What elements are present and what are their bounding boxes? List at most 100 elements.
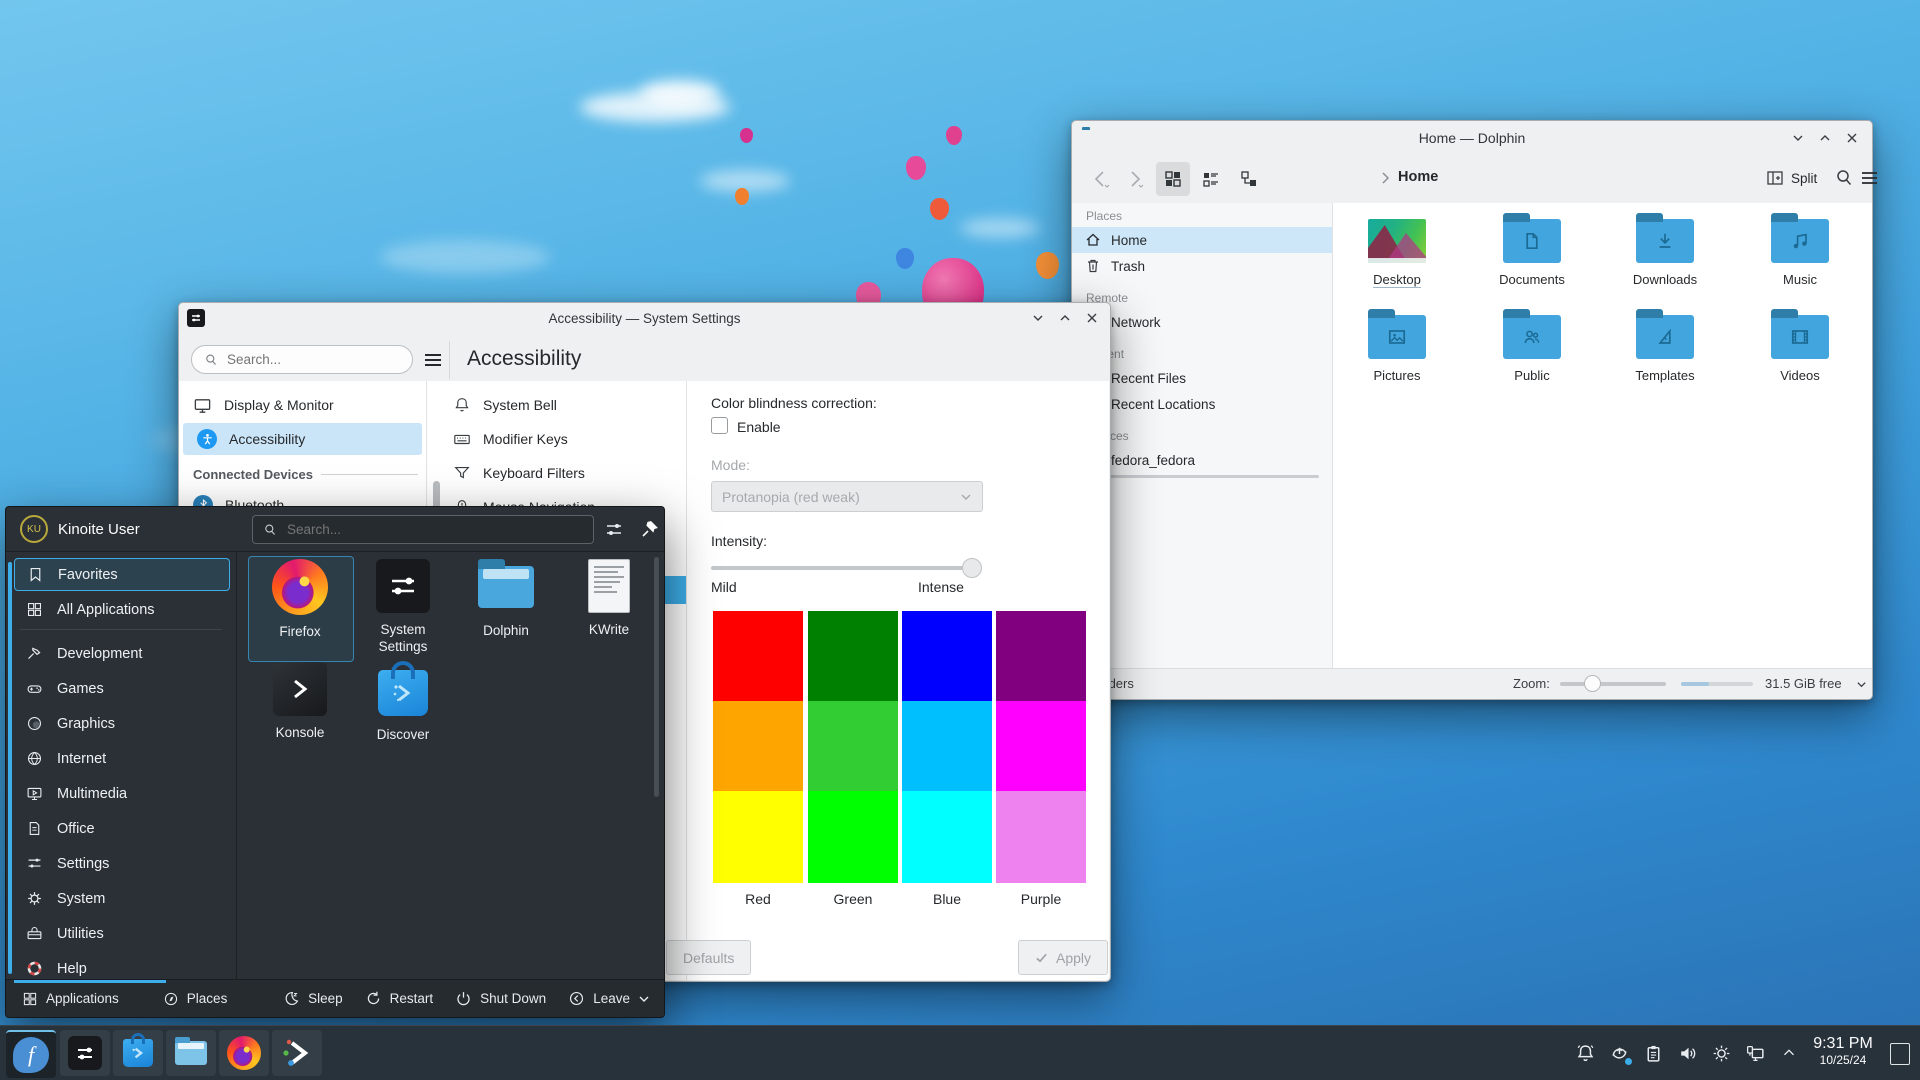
places-item-home[interactable]: Home [1072, 227, 1332, 253]
zoom-slider-handle[interactable] [1584, 675, 1601, 692]
close-icon[interactable] [1086, 312, 1098, 324]
toolbox-icon [26, 925, 43, 942]
configure-icon[interactable] [604, 520, 624, 540]
minimize-icon[interactable] [1792, 132, 1804, 144]
active-tab-indicator [14, 980, 166, 983]
places-item-recent-locations[interactable]: Recent Locations [1072, 391, 1332, 417]
scrollbar[interactable] [8, 562, 12, 974]
breadcrumb[interactable]: Home [1398, 169, 1438, 185]
search-icon[interactable] [1834, 168, 1854, 188]
tab-applications[interactable]: Applications [22, 991, 119, 1007]
restart-button[interactable]: Restart [365, 990, 434, 1007]
settings-search-box[interactable] [191, 345, 413, 374]
folder-item-documents[interactable]: Documents [1470, 211, 1594, 287]
chevron-down-icon[interactable] [1856, 679, 1867, 690]
taskbar-launcher-button[interactable]: f [6, 1030, 56, 1078]
taskbar-app-system-settings[interactable] [60, 1030, 110, 1076]
sidebar-item-system[interactable]: System [14, 882, 230, 915]
show-desktop-button[interactable] [1890, 1043, 1910, 1065]
chevron-down-icon[interactable] [638, 993, 650, 1005]
network-icon[interactable] [1742, 1040, 1768, 1066]
zoom-slider[interactable] [1560, 682, 1666, 686]
tab-places[interactable]: Places [163, 991, 228, 1007]
taskbar-app-discover[interactable] [113, 1030, 163, 1076]
sidebar-item-settings[interactable]: Settings [14, 847, 230, 880]
split-button[interactable]: Split [1766, 169, 1817, 187]
sidebar-item-utilities[interactable]: Utilities [14, 917, 230, 950]
sleep-button[interactable]: Sleep [283, 990, 343, 1007]
sidebar-item-games[interactable]: Games [14, 672, 230, 705]
folder-item-desktop[interactable]: Desktop [1335, 211, 1459, 288]
list-item-modifier-keys[interactable]: Modifier Keys [427, 423, 686, 455]
close-icon[interactable] [1846, 132, 1858, 144]
scrollbar[interactable] [654, 557, 659, 797]
folder-item-music[interactable]: Music [1738, 211, 1862, 287]
notifications-icon[interactable] [1572, 1040, 1598, 1066]
sidebar-item-accessibility[interactable]: Accessibility [183, 423, 422, 455]
folder-item-pictures[interactable]: Pictures [1335, 307, 1459, 383]
digital-clock[interactable]: 9:31 PM 10/25/24 [1804, 1034, 1882, 1068]
compass-icon [163, 991, 179, 1007]
folder-item-public[interactable]: Public [1470, 307, 1594, 383]
app-tile-firefox[interactable]: Firefox [248, 559, 352, 640]
mode-dropdown[interactable]: Protanopia (red weak) [711, 481, 983, 512]
enable-checkbox[interactable] [711, 417, 728, 434]
list-item-keyboard-filters[interactable]: Keyboard Filters [427, 457, 686, 489]
folder-item-templates[interactable]: Templates [1603, 307, 1727, 383]
free-space-label[interactable]: 31.5 GiB free [1765, 676, 1842, 691]
app-tile-discover[interactable]: Discover [351, 662, 455, 743]
app-tile-kwrite[interactable]: KWrite [557, 559, 661, 638]
sidebar-item-office[interactable]: Office [14, 812, 230, 845]
taskbar-app-installer[interactable] [272, 1030, 322, 1076]
dolphin-titlebar[interactable]: Home — Dolphin [1072, 121, 1872, 155]
avatar[interactable]: KU [20, 515, 48, 543]
launcher-search-input[interactable] [285, 521, 559, 538]
sidebar-item-all-applications[interactable]: All Applications [14, 593, 230, 626]
volume-icon[interactable] [1674, 1040, 1700, 1066]
pin-icon[interactable] [640, 519, 660, 539]
minimize-icon[interactable] [1032, 312, 1044, 324]
maximize-icon[interactable] [1819, 132, 1831, 144]
taskbar-app-firefox[interactable] [219, 1030, 269, 1076]
expand-tray-icon[interactable] [1776, 1040, 1802, 1066]
places-item-trash[interactable]: Trash [1072, 253, 1332, 279]
intensity-slider[interactable] [711, 566, 981, 570]
app-tile-konsole[interactable]: Konsole [248, 662, 352, 741]
clipboard-icon[interactable] [1640, 1040, 1666, 1066]
app-tile-system-settings[interactable]: System Settings [351, 559, 455, 655]
sidebar-item-internet[interactable]: Internet [14, 742, 230, 775]
brightness-icon[interactable] [1708, 1040, 1734, 1066]
shutdown-button[interactable]: Shut Down [455, 990, 546, 1007]
software-updates-icon[interactable] [1606, 1040, 1632, 1066]
dolphin-folder-view[interactable]: Desktop Documents Downloads Music Pictur… [1333, 203, 1872, 669]
app-tile-dolphin[interactable]: Dolphin [454, 559, 558, 639]
intensity-slider-handle[interactable] [962, 558, 982, 578]
list-item-system-bell[interactable]: System Bell [427, 389, 686, 421]
places-item-fedora-device[interactable]: fedora_fedora [1072, 447, 1332, 473]
folder-item-videos[interactable]: Videos [1738, 307, 1862, 383]
forward-button[interactable] [1124, 168, 1146, 190]
tree-view-button[interactable] [1232, 162, 1266, 196]
sidebar-item-favorites[interactable]: Favorites [14, 558, 230, 591]
system-settings-titlebar[interactable]: Accessibility — System Settings [179, 303, 1110, 333]
sidebar-item-graphics[interactable]: Graphics [14, 707, 230, 740]
places-item-network[interactable]: Network [1072, 309, 1332, 335]
settings-search-input[interactable] [225, 351, 389, 368]
hamburger-menu-icon[interactable] [1860, 169, 1879, 187]
desktop: Home — Dolphin Home Split Places [0, 0, 1920, 1080]
leave-button[interactable]: Leave [568, 990, 630, 1007]
hamburger-menu-icon[interactable] [423, 351, 443, 369]
taskbar-app-dolphin[interactable] [166, 1030, 216, 1076]
folder-item-downloads[interactable]: Downloads [1603, 211, 1727, 287]
sidebar-item-multimedia[interactable]: Multimedia [14, 777, 230, 810]
apply-button[interactable]: Apply [1018, 940, 1108, 975]
details-view-button[interactable] [1194, 162, 1228, 196]
sidebar-item-display-monitor[interactable]: Display & Monitor [179, 389, 426, 421]
defaults-button[interactable]: Defaults [666, 940, 751, 975]
places-item-recent-files[interactable]: Recent Files [1072, 365, 1332, 391]
back-button[interactable] [1090, 168, 1112, 190]
launcher-search-box[interactable] [252, 515, 594, 544]
maximize-icon[interactable] [1059, 312, 1071, 324]
icons-view-button[interactable] [1156, 162, 1190, 196]
sidebar-item-development[interactable]: Development [14, 637, 230, 670]
